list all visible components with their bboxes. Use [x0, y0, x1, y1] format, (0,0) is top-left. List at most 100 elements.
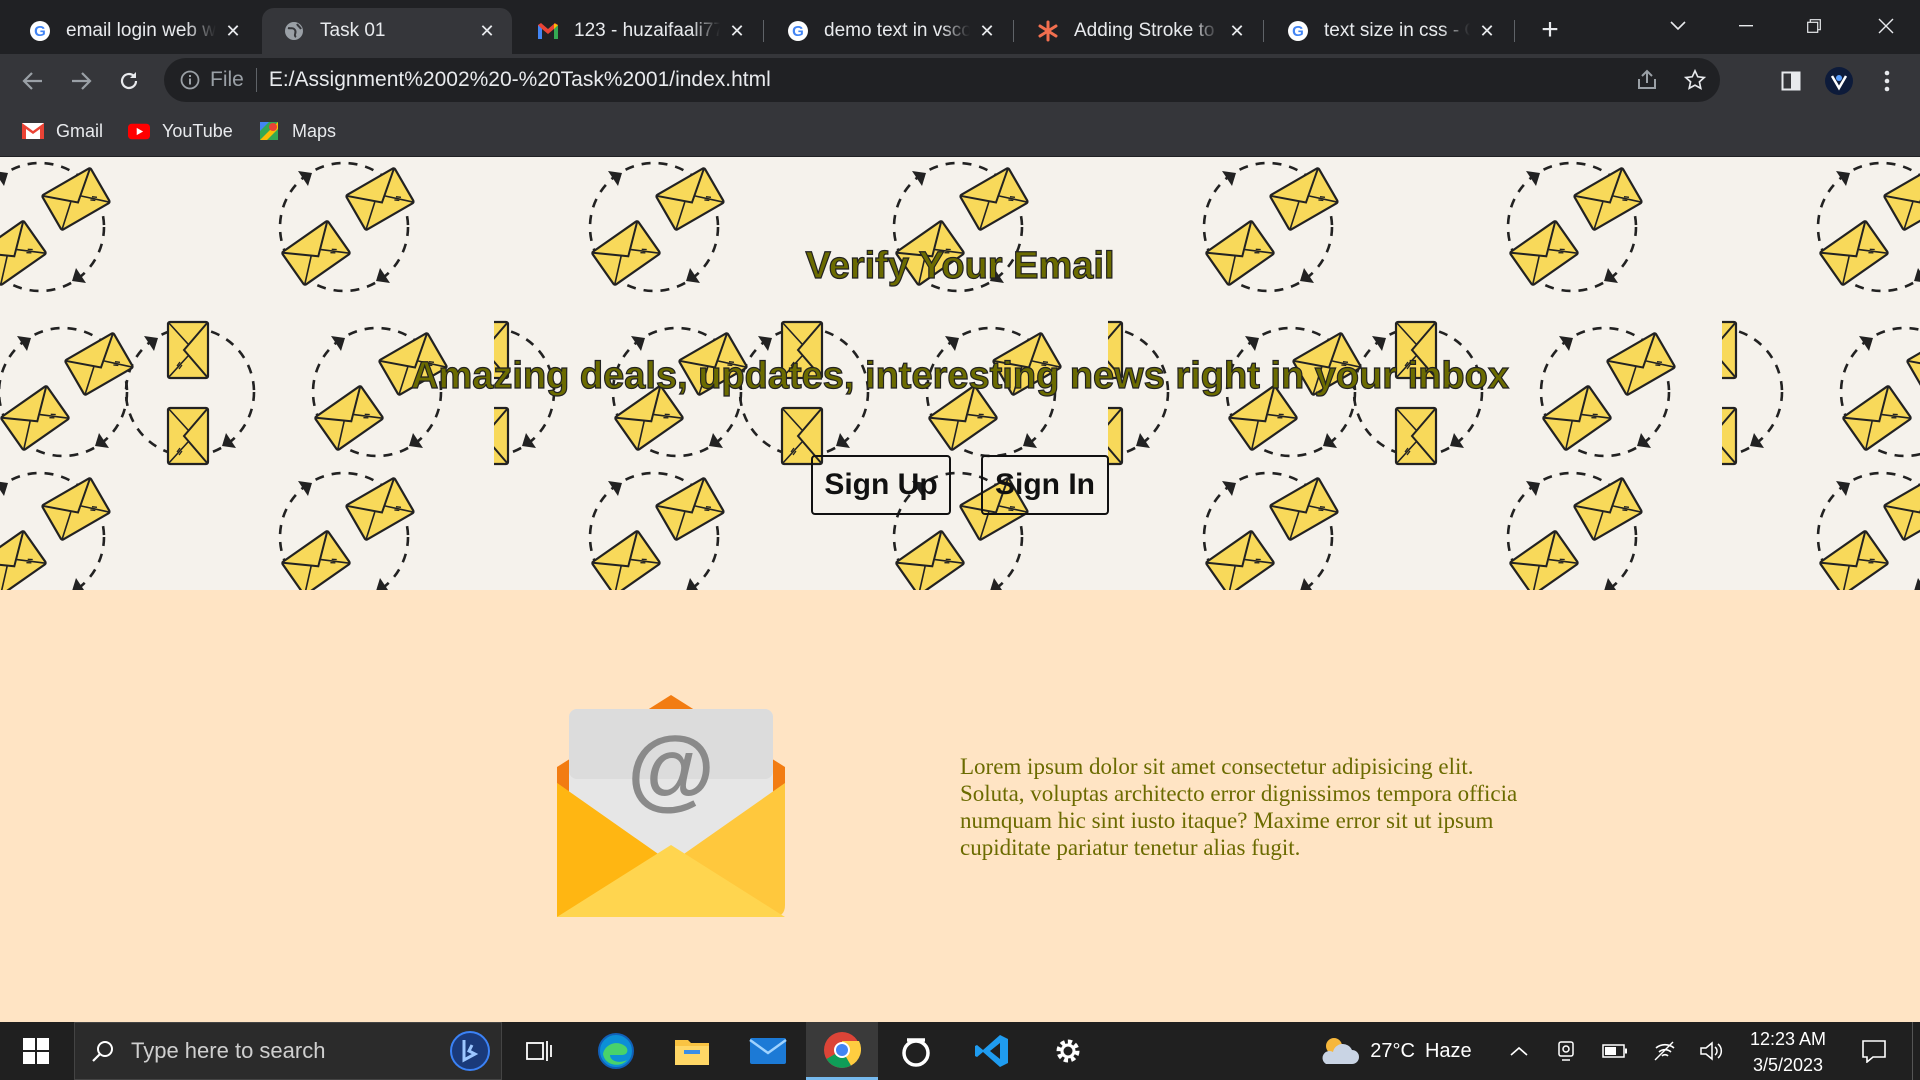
youtube-icon — [128, 121, 150, 141]
forward-button[interactable] — [62, 62, 100, 100]
close-icon[interactable]: ✕ — [726, 20, 748, 42]
battery-indicator[interactable] — [1598, 1022, 1632, 1080]
edge-taskbar-button[interactable] — [590, 1022, 642, 1080]
browser-tab-strip: G email login web wo ✕ Task 01 ✕ 123 - h… — [0, 0, 1920, 54]
bing-icon — [450, 1031, 490, 1071]
weather-haze-icon — [1322, 1038, 1360, 1064]
tab-gmail[interactable]: 123 - huzaifaali779 ✕ — [516, 8, 762, 54]
mail-icon — [749, 1038, 787, 1064]
restore-button[interactable] — [1780, 0, 1848, 52]
bookmark-star-icon[interactable] — [1684, 69, 1706, 91]
tab-title: Task 01 — [320, 20, 386, 41]
task-view-button[interactable] — [516, 1022, 562, 1080]
gear-icon — [1056, 1039, 1080, 1063]
tab-task-01[interactable]: Task 01 ✕ — [262, 8, 512, 54]
weather-condition: Haze — [1424, 1039, 1472, 1062]
tab-adding-stroke[interactable]: Adding Stroke to W ✕ — [1016, 8, 1262, 54]
tab-separator — [1263, 20, 1264, 42]
show-hidden-icons-button[interactable] — [1504, 1022, 1534, 1080]
sign-in-button[interactable]: Sign In — [981, 455, 1109, 515]
windows-taskbar: Type here to search 27°C Haze 12:23 AM 3… — [0, 1022, 1920, 1080]
bookmark-gmail[interactable]: Gmail — [22, 117, 103, 145]
tab-text-size[interactable]: G text size in css - Go ✕ — [1266, 8, 1512, 54]
tab-email-login[interactable]: G email login web wo ✕ — [8, 8, 258, 54]
circle-app-icon — [902, 1038, 930, 1067]
start-button[interactable] — [0, 1022, 72, 1080]
close-icon[interactable]: ✕ — [976, 20, 998, 42]
search-placeholder: Type here to search — [131, 1038, 326, 1063]
notification-icon — [1862, 1040, 1886, 1063]
close-icon[interactable]: ✕ — [476, 20, 498, 42]
tab-title: Adding Stroke to W — [1074, 20, 1220, 41]
speaker-icon — [1700, 1041, 1723, 1061]
open-envelope-at-icon: @ — [557, 695, 785, 917]
close-window-button[interactable] — [1852, 0, 1920, 52]
task-view-icon — [526, 1041, 552, 1061]
svg-text:G: G — [792, 23, 804, 40]
settings-taskbar-button[interactable] — [1042, 1022, 1094, 1080]
network-indicator[interactable] — [1648, 1022, 1682, 1080]
info-icon[interactable] — [178, 68, 202, 92]
bookmark-label: Maps — [292, 120, 337, 141]
menu-button[interactable] — [1868, 62, 1906, 100]
side-panel-button[interactable] — [1772, 62, 1810, 100]
bookmark-maps[interactable]: Maps — [258, 117, 336, 145]
taskbar-clock[interactable]: 12:23 AM 3/5/2023 — [1738, 1026, 1838, 1078]
maps-icon — [258, 121, 280, 141]
mail-taskbar-button[interactable] — [742, 1022, 794, 1080]
clock-date: 3/5/2023 — [1752, 1055, 1824, 1075]
webcam-icon — [1558, 1041, 1574, 1061]
bookmark-label: Gmail — [56, 120, 104, 141]
sign-up-button[interactable]: Sign Up — [811, 455, 951, 515]
profile-avatar[interactable] — [1820, 62, 1858, 100]
bookmark-youtube[interactable]: YouTube — [128, 117, 233, 145]
weather-widget[interactable]: 27°C Haze — [1312, 1022, 1478, 1080]
show-desktop-button[interactable] — [1912, 1022, 1920, 1080]
close-icon[interactable]: ✕ — [222, 20, 244, 42]
hero-subtitle: Amazing deals, updates, interesting news… — [410, 354, 1509, 397]
avatar-icon — [1825, 67, 1853, 95]
gmail-icon — [22, 121, 44, 141]
wifi-icon — [1654, 1041, 1675, 1061]
tab-separator — [763, 20, 764, 42]
chrome-taskbar-button[interactable] — [806, 1022, 878, 1080]
back-button[interactable] — [14, 62, 52, 100]
file-explorer-button[interactable] — [666, 1022, 718, 1080]
close-icon[interactable]: ✕ — [1476, 20, 1498, 42]
address-bar[interactable]: File E:/Assignment%2002%20-%20Task%2001/… — [164, 58, 1720, 102]
back-arrow-icon — [22, 72, 42, 90]
restore-icon — [1807, 19, 1821, 33]
close-icon[interactable]: ✕ — [1226, 20, 1248, 42]
tab-title: demo text in vscod — [824, 20, 970, 41]
new-tab-button[interactable]: + — [1532, 12, 1568, 48]
hero-section: Verify Your Email Amazing deals, updates… — [0, 157, 1920, 590]
volume-indicator[interactable] — [1694, 1022, 1728, 1080]
taskbar-search-box[interactable]: Type here to search — [74, 1022, 502, 1080]
reload-button[interactable] — [110, 62, 148, 100]
folder-icon — [675, 1040, 709, 1065]
chevron-up-icon — [1510, 1046, 1528, 1056]
vscode-icon — [975, 1035, 1008, 1067]
google-icon: G — [786, 19, 810, 43]
tab-search-button[interactable] — [1644, 0, 1712, 52]
tab-title: 123 - huzaifaali779 — [574, 20, 720, 41]
meet-now-button[interactable] — [1552, 1022, 1582, 1080]
tab-title: email login web wo — [66, 20, 216, 41]
google-icon: G — [28, 19, 52, 43]
vscode-taskbar-button[interactable] — [966, 1022, 1018, 1080]
body-paragraph: Lorem ipsum dolor sit amet consectetur a… — [960, 754, 1518, 860]
clock-time: 12:23 AM — [1749, 1029, 1827, 1049]
minimize-button[interactable] — [1712, 0, 1780, 52]
share-icon[interactable] — [1636, 69, 1658, 91]
browser-toolbar: File E:/Assignment%2002%20-%20Task%2001/… — [0, 54, 1920, 107]
svg-text:@: @ — [627, 719, 715, 819]
side-panel-icon — [1781, 71, 1801, 91]
web-page: Verify Your Email Amazing deals, updates… — [0, 157, 1920, 1022]
tab-demo-text[interactable]: G demo text in vscod ✕ — [766, 8, 1012, 54]
url-text[interactable]: E:/Assignment%2002%20-%20Task%2001/index… — [269, 68, 771, 92]
obs-taskbar-button[interactable] — [890, 1022, 942, 1080]
tab-separator — [1013, 20, 1014, 42]
notifications-button[interactable] — [1848, 1022, 1900, 1080]
bookmark-label: YouTube — [162, 120, 233, 141]
weather-temp: 27°C — [1370, 1039, 1415, 1062]
